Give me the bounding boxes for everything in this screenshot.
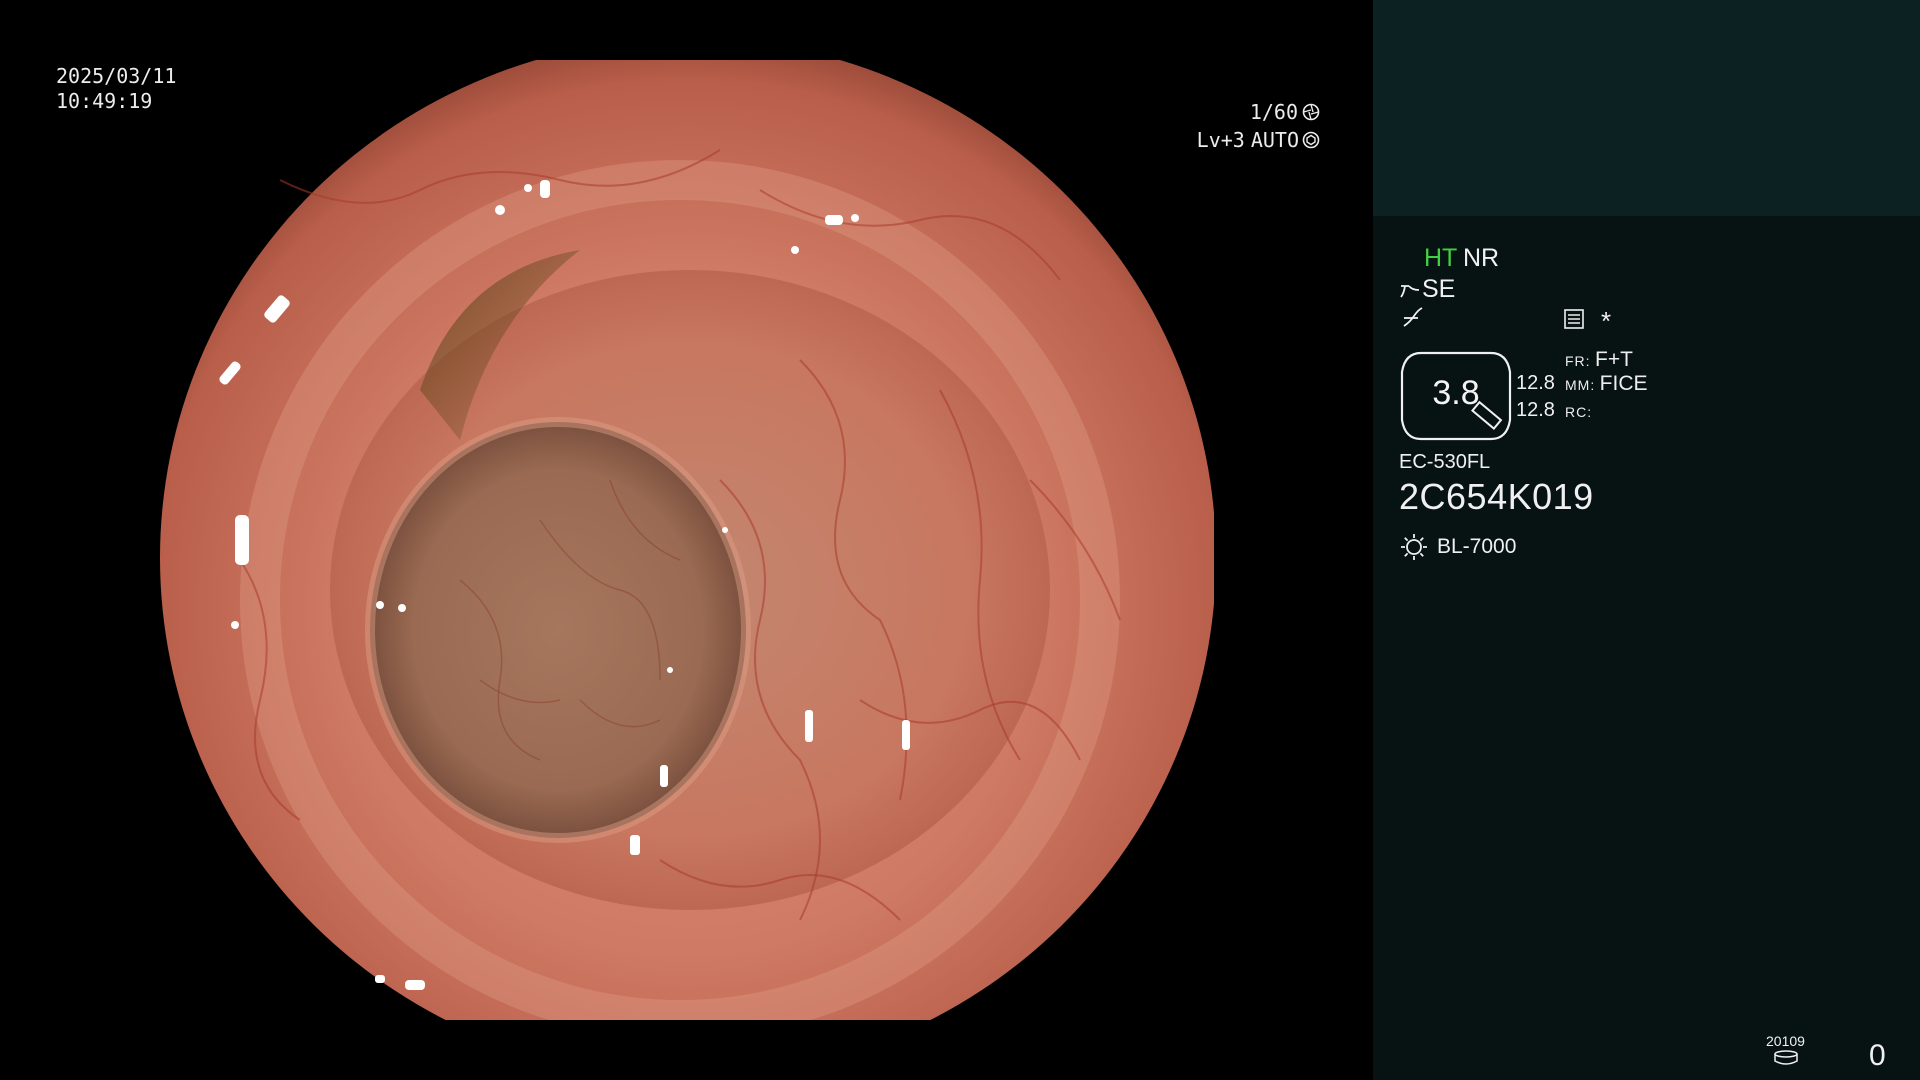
endoscope-video-area: 2025/03/11 10:49:19 1/60 Lv+3 AUTO bbox=[0, 0, 1373, 1080]
mode-mm-row: MM: FICE bbox=[1565, 372, 1648, 396]
zoom-indicator: 3.8 bbox=[1399, 350, 1513, 442]
mode-fr-value: F+T bbox=[1595, 348, 1633, 371]
gamma-curve-icon bbox=[1403, 307, 1423, 327]
colon-lumen-image bbox=[160, 60, 1214, 1020]
ht-indicator: HT bbox=[1424, 244, 1458, 272]
endoscopic-image bbox=[160, 60, 1214, 1020]
readout-value-2: 12.8 bbox=[1516, 399, 1555, 421]
mode-fr-row: FR: F+T bbox=[1565, 348, 1633, 372]
shutter-speed-value: 1/60 bbox=[1249, 100, 1298, 124]
image-counter: 0 bbox=[1869, 1039, 1886, 1072]
storage-disk-icon bbox=[1774, 1050, 1798, 1065]
overlay-time: 10:49:19 bbox=[56, 89, 153, 113]
structure-enhancement-row: SE bbox=[1400, 275, 1455, 304]
mode-mm-key: MM: bbox=[1565, 377, 1596, 393]
light-source-model: BL-7000 bbox=[1437, 535, 1517, 558]
se-label: SE bbox=[1422, 275, 1456, 303]
endoscopy-screen: 2025/03/11 10:49:19 1/60 Lv+3 AUTO HT NR bbox=[0, 0, 1920, 1080]
mode-mm-value: FICE bbox=[1599, 372, 1648, 395]
light-bulb-icon bbox=[1401, 534, 1427, 560]
readout-value-1: 12.8 bbox=[1516, 372, 1555, 394]
overlay-shutter-speed: 1/60 bbox=[1250, 100, 1320, 124]
scope-model: EC-530FL bbox=[1399, 451, 1491, 473]
light-source-row: BL-7000 bbox=[1399, 532, 1516, 562]
storage-counter-label: 20109 bbox=[1766, 1033, 1805, 1049]
info-panel-header bbox=[1373, 0, 1920, 216]
overlay-exposure: Lv+3 AUTO bbox=[1197, 128, 1320, 152]
gamma-row bbox=[1402, 306, 1424, 328]
enhancement-icon bbox=[1400, 284, 1420, 298]
memo-icon bbox=[1564, 309, 1584, 329]
scope-serial-number: 2C654K019 bbox=[1399, 476, 1594, 517]
aperture-icon bbox=[1302, 103, 1320, 121]
iris-icon bbox=[1302, 131, 1320, 149]
overlay-date: 2025/03/11 bbox=[56, 64, 177, 88]
nr-indicator: NR bbox=[1463, 244, 1500, 272]
exposure-level-value: Lv+3 bbox=[1196, 128, 1245, 152]
zoom-value: 3.8 bbox=[1432, 374, 1480, 412]
exposure-mode-value: AUTO bbox=[1250, 128, 1299, 152]
mode-fr-key: FR: bbox=[1565, 353, 1591, 369]
mode-rc-row: RC: bbox=[1565, 399, 1592, 423]
mode-rc-key: RC: bbox=[1565, 404, 1593, 420]
star-indicator: * bbox=[1601, 306, 1612, 336]
